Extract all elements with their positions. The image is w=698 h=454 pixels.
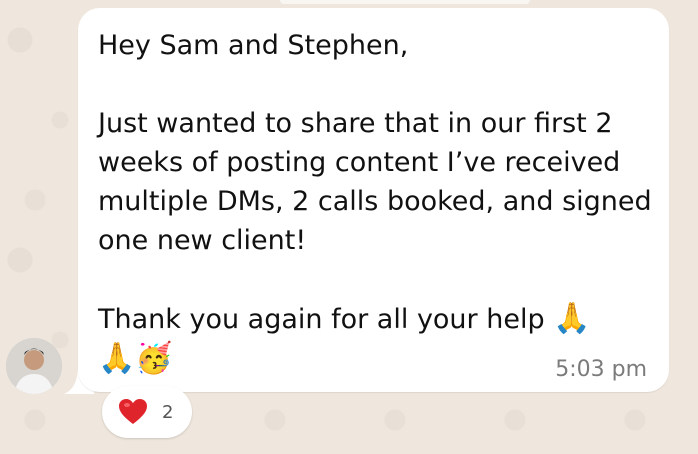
greeting-line: Hey Sam and Stephen,: [98, 30, 409, 61]
heart-emoji-icon: [119, 399, 147, 424]
praying-hands-emoji: 🙏: [553, 301, 591, 336]
praying-hands-emoji: 🙏: [98, 341, 136, 376]
message-text: Hey Sam and Stephen, Just wanted to shar…: [98, 26, 658, 379]
reaction-pill[interactable]: 2: [102, 386, 192, 438]
message-bubble[interactable]: Hey Sam and Stephen, Just wanted to shar…: [78, 8, 669, 392]
body-paragraph: Just wanted to share that in our first 2…: [98, 108, 661, 256]
sender-avatar[interactable]: [6, 338, 62, 394]
message-timestamp: 5:03 pm: [555, 357, 647, 382]
avatar-photo-icon: [6, 338, 62, 394]
reaction-count: 2: [162, 401, 174, 423]
previous-message-edge: [280, 0, 530, 4]
partying-face-emoji: 🥳: [135, 341, 173, 376]
